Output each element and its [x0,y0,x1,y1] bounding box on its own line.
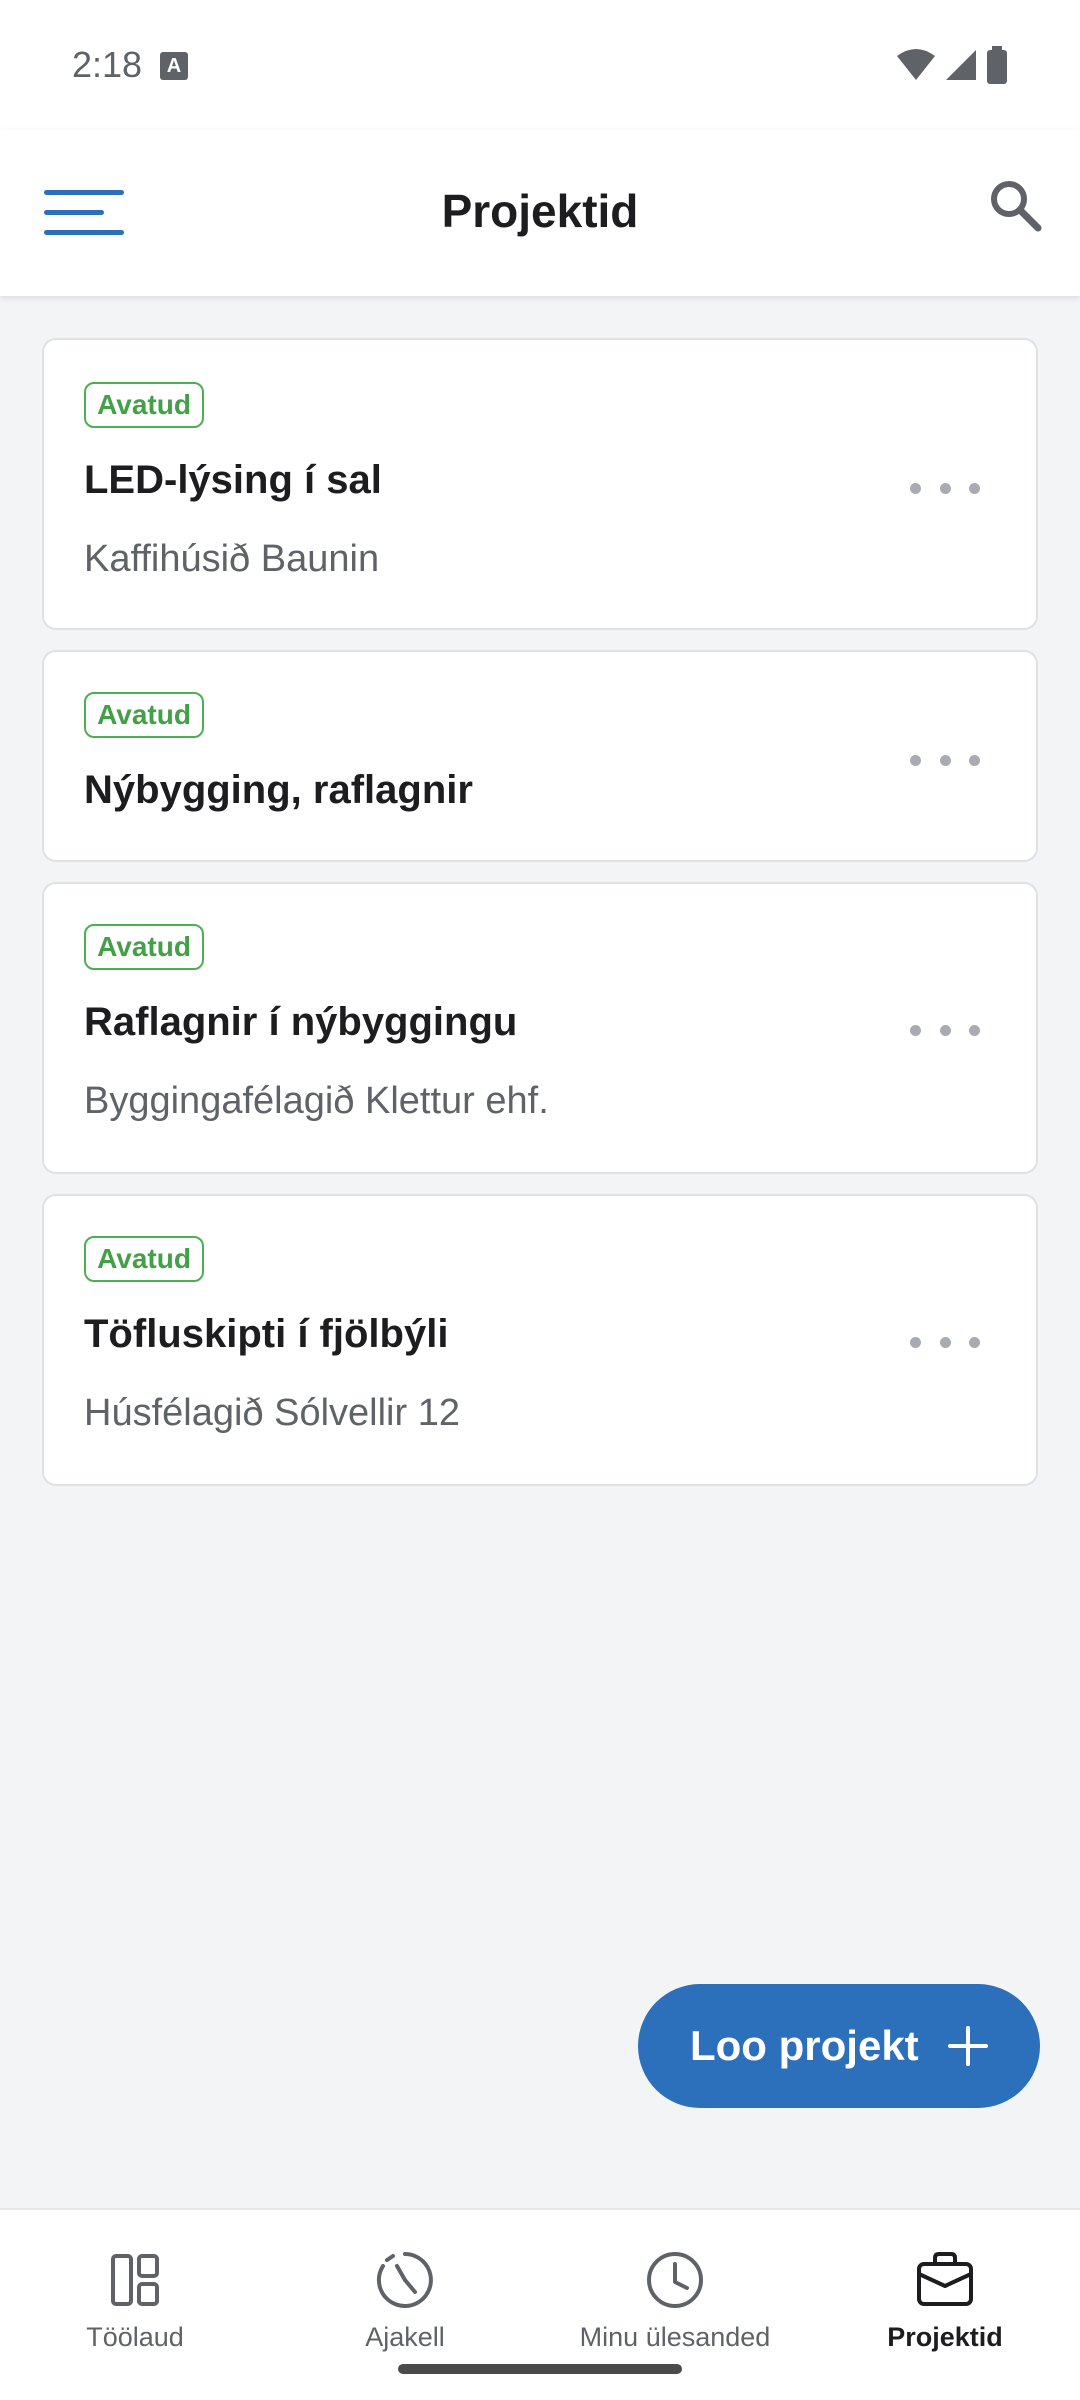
status-badge: Avatud [84,692,204,738]
battery-icon [987,46,1007,84]
more-dot [969,482,980,494]
nav-label: Töölaud [86,2322,184,2352]
clock-icon [647,2252,703,2308]
more-options-button[interactable] [910,468,980,508]
more-dot [969,1024,980,1036]
project-client: Kaffihúsið Baunin [84,538,380,580]
more-dot [939,1024,951,1036]
more-dot [910,754,921,766]
create-project-label: Loo projekt [690,2022,919,2069]
search-button[interactable] [986,176,1046,236]
status-badge: Avatud [84,924,204,970]
status-time: 2:18 [72,44,143,85]
more-options-button[interactable] [910,740,980,780]
more-dot [969,1336,980,1348]
project-card[interactable]: Avatud Raflagnir í nýbyggingu Byggingafé… [42,882,1038,1174]
signal-icon [946,50,976,80]
status-bar: 2:18 A [0,0,1080,130]
more-dot [939,754,951,766]
project-title: Raflagnir í nýbyggingu [84,1000,518,1044]
timer-icon [376,2252,433,2308]
status-badge: Avatud [84,1236,204,1282]
project-card[interactable]: Avatud Töfluskipti í fjölbýli Húsfélagið… [42,1194,1038,1486]
more-dot [939,1336,951,1348]
page-title: Projektid [441,185,639,237]
dashboard-icon [111,2254,159,2306]
more-dot [910,1336,921,1348]
status-badge: Avatud [84,382,204,428]
more-dot [910,482,921,494]
home-indicator[interactable] [398,2364,682,2374]
project-title: Nýbygging, raflagnir [84,768,473,812]
more-dot [910,1024,921,1036]
project-card[interactable]: Avatud Nýbygging, raflagnir [42,650,1038,862]
project-card[interactable]: Avatud LED-lýsing í sal Kaffihúsið Bauni… [42,338,1038,630]
nav-label: Ajakell [365,2322,445,2352]
nav-label: Projektid [887,2322,1003,2352]
nav-label: Minu ülesanded [579,2322,771,2352]
wifi-icon [897,49,935,80]
briefcase-icon [917,2252,973,2306]
more-options-button[interactable] [910,1322,980,1362]
plus-icon [948,2026,988,2066]
project-client: Byggingafélagið Klettur ehf. [84,1080,549,1122]
more-options-button[interactable] [910,1010,980,1050]
app-bar: Projektid [0,130,1080,296]
create-project-button[interactable]: Loo projekt [638,1984,1040,2108]
screen: 2:18 A Projektid Avatud LED-lýsing í sal… [0,0,1080,2400]
project-title: Töfluskipti í fjölbýli [84,1312,449,1356]
nav-item-dashboard[interactable]: Töölaud [0,2210,270,2400]
more-dot [939,482,951,494]
project-client: Húsfélagið Sólvellir 12 [84,1392,460,1434]
notification-icon: A [160,52,188,80]
project-title: LED-lýsing í sal [84,458,382,502]
more-dot [969,754,980,766]
nav-item-projects[interactable]: Projektid [810,2210,1080,2400]
status-icons [896,46,1008,84]
search-icon [991,181,1042,232]
